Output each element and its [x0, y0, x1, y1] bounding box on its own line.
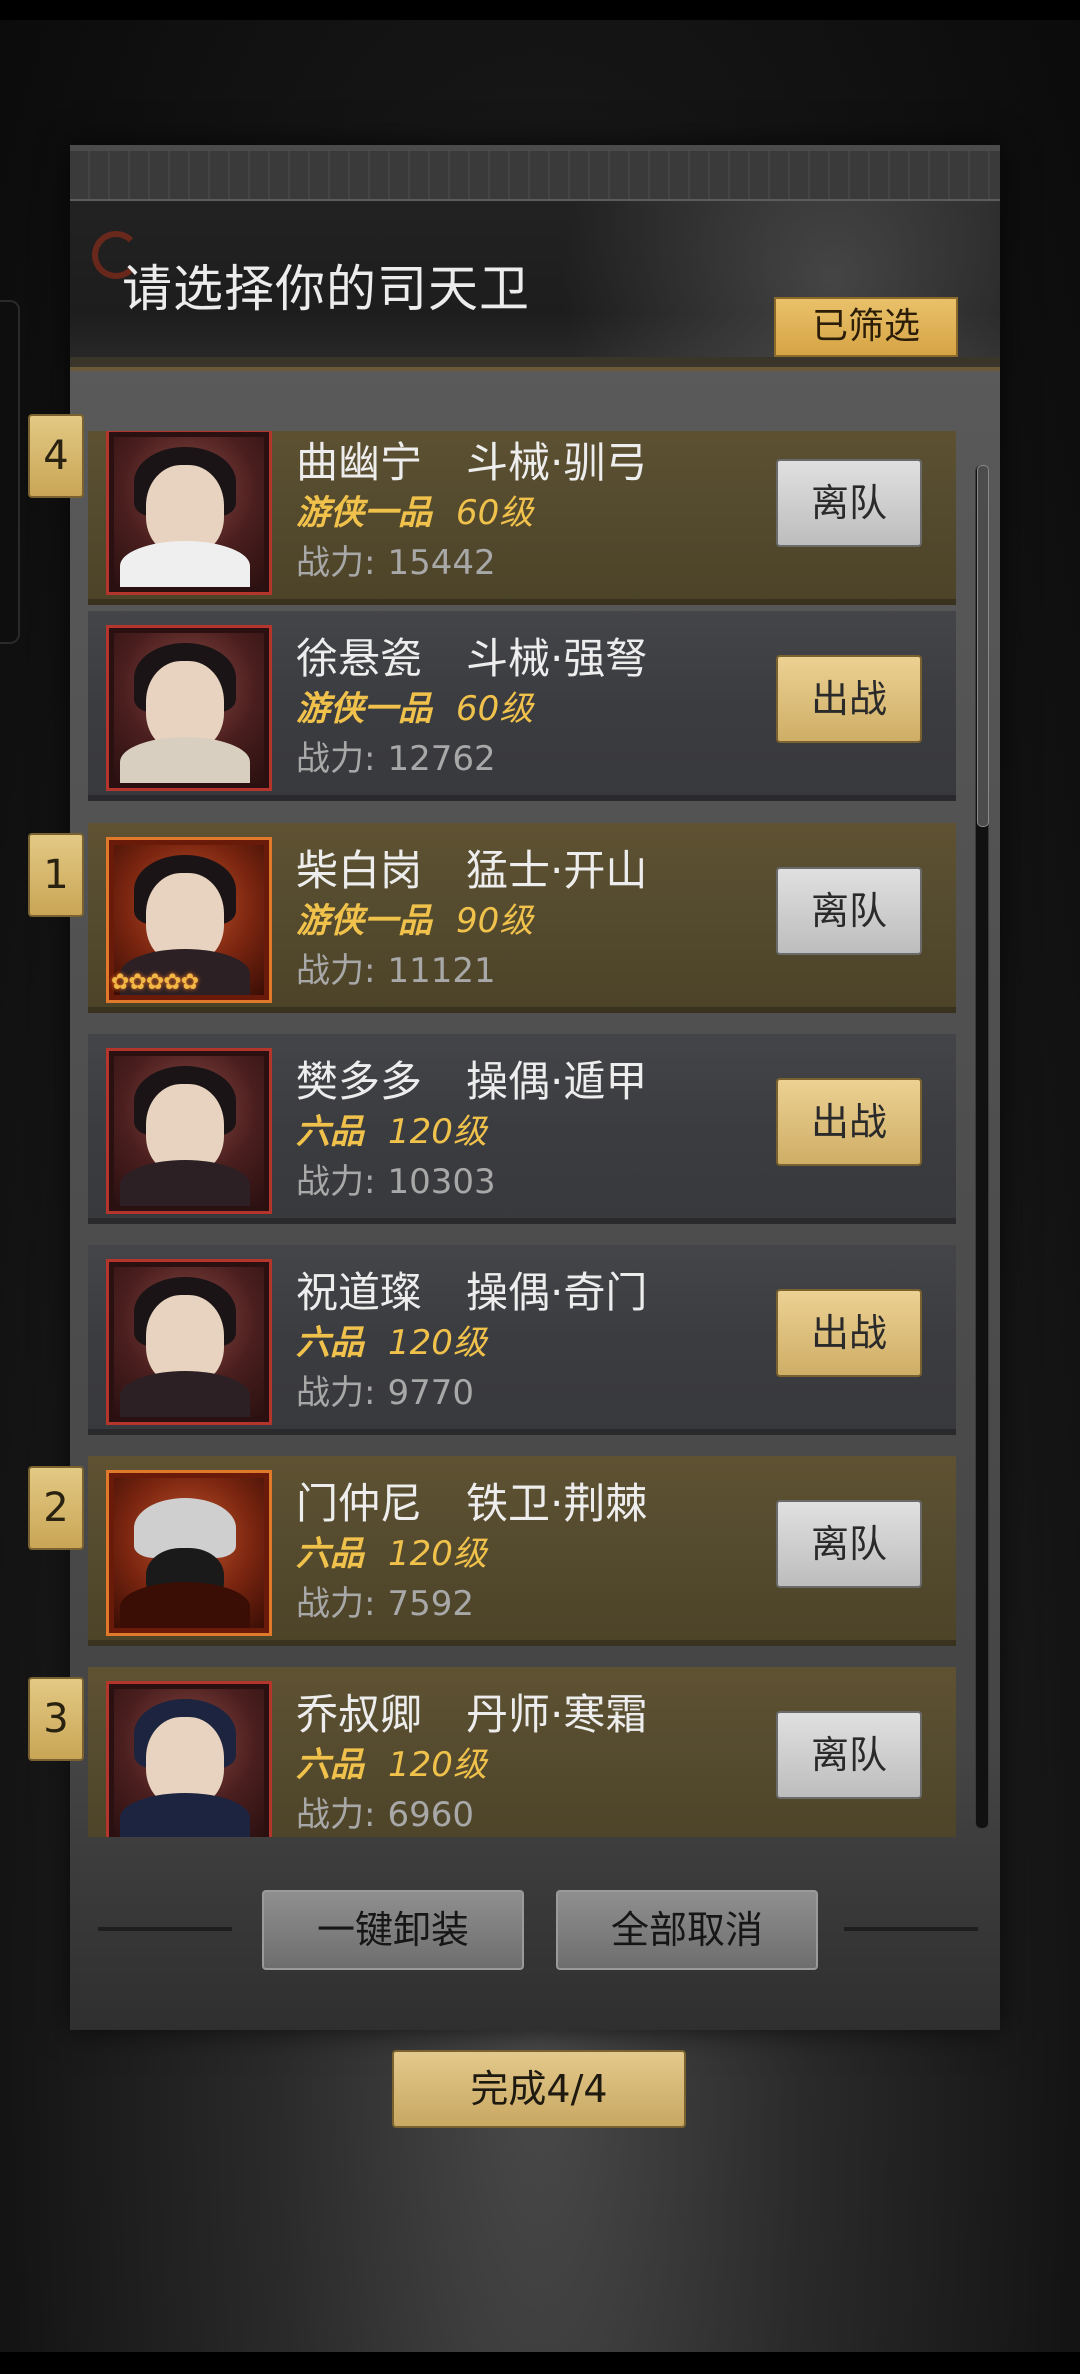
- guard-name: 乔叔卿: [296, 1690, 423, 1739]
- guard-card[interactable]: 曲幽宁 斗械·驯弓 游侠一品 60级 战力: 15442 离队: [88, 431, 956, 605]
- leave-team-button[interactable]: 离队: [776, 459, 922, 547]
- portrait: [106, 431, 272, 595]
- divider-right: [844, 1927, 978, 1931]
- guard-level: 60级: [456, 689, 534, 729]
- guard-card[interactable]: 徐悬瓷 斗械·强弩 游侠一品 60级 战力: 12762 出战: [88, 611, 956, 801]
- nav-bar: [0, 2352, 1080, 2374]
- guard-name: 柴白岗: [296, 846, 423, 895]
- guard-name: 祝道璨: [296, 1268, 423, 1317]
- guard-card[interactable]: 乔叔卿 丹师·寒霜 六品 120级 战力: 6960 离队: [88, 1667, 956, 1837]
- power-label: 战力:: [296, 951, 376, 991]
- guard-level: 120级: [388, 1112, 487, 1152]
- unequip-all-button[interactable]: 一键卸装: [262, 1890, 524, 1970]
- guard-name: 门仲尼: [296, 1479, 423, 1528]
- guard-class: 猛士·开山: [466, 846, 648, 895]
- guard-card[interactable]: 祝道璨 操偶·奇门 六品 120级 战力: 9770 出战: [88, 1245, 956, 1435]
- guard-name: 樊多多: [296, 1057, 423, 1106]
- power-label: 战力:: [296, 739, 376, 779]
- header-border: [70, 357, 1000, 367]
- team-slot-badge: 4: [28, 414, 84, 498]
- star-rating: ✿✿✿✿✿: [111, 970, 199, 995]
- guard-rank: 六品: [296, 1112, 364, 1152]
- deploy-button[interactable]: 出战: [776, 1078, 922, 1166]
- power-value: 7592: [387, 1584, 474, 1624]
- power-value: 12762: [387, 739, 496, 779]
- guard-class: 斗械·驯弓: [466, 438, 648, 487]
- done-button[interactable]: 完成4/4: [392, 2050, 686, 2128]
- filter-button[interactable]: 已筛选: [774, 297, 958, 357]
- guard-level: 120级: [388, 1323, 487, 1363]
- guard-rank: 六品: [296, 1745, 364, 1785]
- portrait: ✿✿✿✿✿: [106, 837, 272, 1003]
- guard-rank: 六品: [296, 1323, 364, 1363]
- guard-rank: 六品: [296, 1534, 364, 1574]
- power-value: 15442: [387, 543, 496, 583]
- power-label: 战力:: [296, 1162, 376, 1202]
- scrollbar-thumb[interactable]: [977, 465, 989, 827]
- portrait: [106, 1470, 272, 1636]
- guard-name: 徐悬瓷: [296, 634, 423, 683]
- guard-class: 操偶·遁甲: [466, 1057, 648, 1106]
- team-slot-badge: 3: [28, 1677, 84, 1761]
- status-bar: [0, 0, 1080, 20]
- guard-level: 60级: [456, 493, 534, 533]
- portrait: [106, 625, 272, 791]
- leave-team-button[interactable]: 离队: [776, 867, 922, 955]
- guard-level: 120级: [388, 1534, 487, 1574]
- guard-class: 丹师·寒霜: [466, 1690, 648, 1739]
- guard-card[interactable]: 门仲尼 铁卫·荆棘 六品 120级 战力: 7592 离队: [88, 1456, 956, 1646]
- page-title: 请选择你的司天卫: [122, 260, 530, 318]
- divider-left: [98, 1927, 232, 1931]
- header-ornament: [70, 151, 1000, 201]
- guard-card[interactable]: 樊多多 操偶·遁甲 六品 120级 战力: 10303 出战: [88, 1034, 956, 1224]
- leave-team-button[interactable]: 离队: [776, 1711, 922, 1799]
- panel-header: 请选择你的司天卫 已筛选: [70, 145, 1000, 371]
- guard-card[interactable]: ✿✿✿✿✿ 柴白岗 猛士·开山 游侠一品 90级 战力: 11121 离队: [88, 823, 956, 1013]
- deploy-button[interactable]: 出战: [776, 655, 922, 743]
- guard-class: 铁卫·荆棘: [466, 1479, 648, 1528]
- portrait: [106, 1681, 272, 1837]
- power-label: 战力:: [296, 1584, 376, 1624]
- power-label: 战力:: [296, 1795, 376, 1835]
- leave-team-button[interactable]: 离队: [776, 1500, 922, 1588]
- power-label: 战力:: [296, 543, 376, 583]
- side-handle: [0, 300, 20, 644]
- guard-list[interactable]: 曲幽宁 斗械·驯弓 游侠一品 60级 战力: 15442 离队 徐悬瓷 斗械·强弩 游侠…: [70, 431, 980, 1837]
- team-slot-badge: 2: [28, 1466, 84, 1550]
- guard-class: 斗械·强弩: [466, 634, 648, 683]
- guard-class: 操偶·奇门: [466, 1268, 648, 1317]
- power-value: 11121: [387, 951, 496, 991]
- power-label: 战力:: [296, 1373, 376, 1413]
- power-value: 10303: [387, 1162, 496, 1202]
- guard-level: 120级: [388, 1745, 487, 1785]
- portrait: [106, 1048, 272, 1214]
- guard-rank: 游侠一品: [296, 689, 432, 729]
- guard-rank: 游侠一品: [296, 493, 432, 533]
- power-value: 9770: [387, 1373, 474, 1413]
- guard-name: 曲幽宁: [296, 438, 423, 487]
- power-value: 6960: [387, 1795, 474, 1835]
- cancel-all-button[interactable]: 全部取消: [556, 1890, 818, 1970]
- guard-level: 90级: [456, 901, 534, 941]
- guard-rank: 游侠一品: [296, 901, 432, 941]
- portrait: [106, 1259, 272, 1425]
- team-slot-badge: 1: [28, 833, 84, 917]
- deploy-button[interactable]: 出战: [776, 1289, 922, 1377]
